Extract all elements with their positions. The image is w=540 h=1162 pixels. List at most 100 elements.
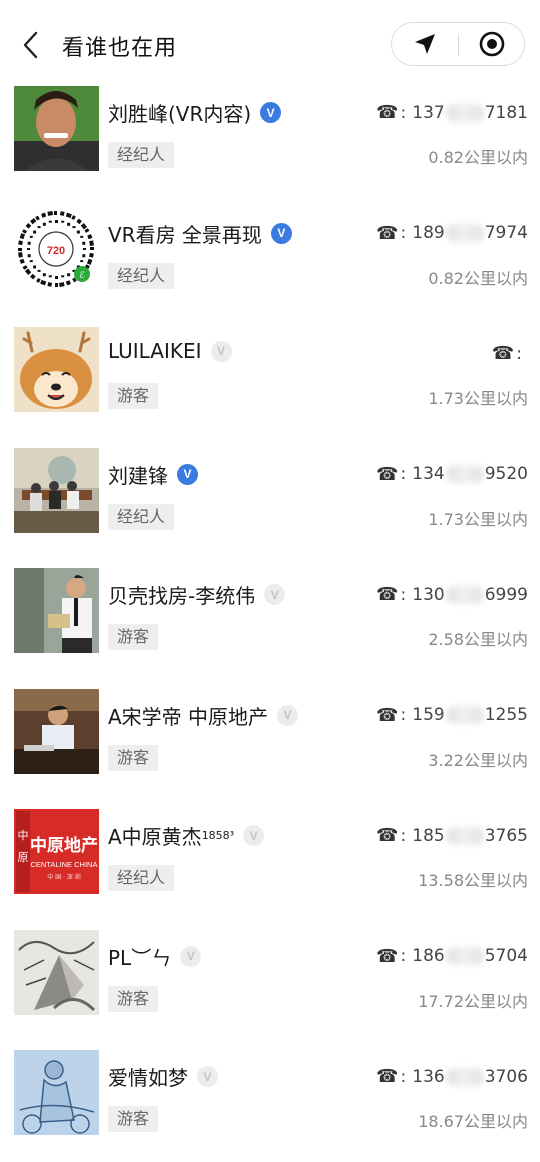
distance-label: 2.58公里以内	[428, 630, 528, 649]
chevron-left-icon	[23, 31, 38, 59]
user-name-line: 刘建锋 V	[108, 460, 198, 489]
role-tag: 游客	[108, 744, 159, 771]
phone-colon: :	[400, 705, 407, 725]
phone-number[interactable]: ☎:186 5704	[376, 946, 528, 967]
user-row[interactable]: 刘建锋 V 经纪人 ☎:134 9520 1.73公里以内	[0, 440, 540, 560]
role-tag: 经纪人	[108, 262, 175, 289]
user-row[interactable]: 刘胜峰(VR内容) V 经纪人 ☎:137 7181 0.82公里以内	[0, 78, 540, 198]
user-name: PL︶ㄣ	[108, 945, 172, 970]
distance-label: 13.58公里以内	[418, 871, 528, 890]
user-row[interactable]: 中原中原地产 CENTALINE CHINA 中 国 · 深 圳 A中原黄杰 1858³…	[0, 801, 540, 921]
role-tag: 经纪人	[108, 503, 175, 530]
distance-label: 0.82公里以内	[428, 268, 528, 288]
phone-suffix: 6999	[484, 584, 528, 605]
page-title: 看谁也在用	[62, 36, 178, 61]
v-badge-icon: V	[277, 704, 299, 726]
avatar[interactable]: 中原中原地产 CENTALINE CHINA 中 国 · 深 圳	[14, 809, 99, 894]
role-tag: 游客	[108, 383, 159, 409]
phone-number[interactable]: ☎:	[492, 343, 528, 364]
distance-label: 18.67公里以内	[418, 1112, 528, 1131]
user-row[interactable]: PL︶ㄣ V 游客 ☎:186 5704 17.72公里以内	[0, 922, 540, 1042]
phone-colon: :	[400, 584, 407, 605]
phone-prefix: 130	[412, 584, 445, 605]
avatar[interactable]	[14, 688, 99, 774]
distance-label: 0.82公里以内	[428, 148, 528, 167]
svg-text:ℰ: ℰ	[79, 271, 85, 281]
location-button[interactable]	[392, 23, 458, 65]
phone-colon: :	[400, 825, 407, 846]
phone-colon: :	[400, 102, 407, 123]
user-name: A宋学帝 中原地产	[108, 704, 269, 729]
back-button[interactable]	[16, 28, 46, 62]
phone-prefix: 136	[412, 1066, 445, 1087]
phone-prefix: 186	[412, 946, 445, 966]
phone-mask	[445, 1067, 484, 1086]
avatar[interactable]	[14, 929, 99, 1015]
v-badge-icon: V	[210, 340, 232, 362]
distance-label: 1.73公里以内	[428, 389, 528, 408]
svg-text:中原地产: 中原地产	[30, 835, 98, 856]
avatar[interactable]	[14, 447, 99, 533]
phone-colon: :	[516, 343, 522, 364]
phone-mask	[445, 585, 484, 604]
phone-suffix: 7974	[484, 223, 528, 243]
mini-program-capsule	[391, 22, 525, 66]
phone-number[interactable]: ☎:137 7181	[376, 102, 528, 123]
phone-mask	[445, 706, 484, 724]
avatar[interactable]: 720 ℰ	[14, 206, 99, 292]
v-badge-icon: V	[197, 1066, 218, 1087]
v-badge-icon: V	[264, 584, 286, 605]
phone-prefix: 134	[412, 464, 445, 484]
user-name-line: LUILAIKEI V	[108, 339, 232, 363]
phone-number[interactable]: ☎:134 9520	[376, 464, 528, 485]
role-tag: 经纪人	[108, 865, 175, 891]
avatar[interactable]	[14, 86, 99, 171]
svg-text:CENTALINE CHINA: CENTALINE CHINA	[31, 860, 98, 869]
avatar[interactable]	[14, 327, 99, 412]
user-name: 贝壳找房-李统伟	[108, 584, 256, 608]
telephone-icon: ☎	[376, 945, 399, 967]
user-name-superscript: 1858³	[201, 829, 235, 842]
phone-suffix: 9520	[484, 464, 528, 484]
user-name: 爱情如梦	[108, 1066, 188, 1090]
phone-number[interactable]: ☎:130 6999	[376, 584, 528, 605]
phone-mask	[445, 465, 484, 483]
phone-mask	[445, 826, 484, 845]
role-tag: 游客	[108, 985, 159, 1012]
user-name: A中原黄杰	[108, 825, 202, 849]
phone-colon: :	[400, 464, 407, 484]
phone-mask	[445, 947, 484, 965]
phone-number[interactable]: ☎:159 1255	[376, 705, 528, 726]
user-row[interactable]: 贝壳找房-李统伟 V 游客 ☎:130 6999 2.58公里以内	[0, 560, 540, 680]
phone-number[interactable]: ☎:185 3765	[376, 825, 528, 846]
user-row[interactable]: LUILAIKEI V 游客 ☎: 1.73公里以内	[0, 319, 540, 439]
user-row[interactable]: A宋学帝 中原地产 V 游客 ☎:159 1255 3.22公里以内	[0, 681, 540, 801]
svg-text:720: 720	[47, 245, 65, 257]
user-name-line: 刘胜峰(VR内容) V	[108, 98, 282, 127]
user-name: VR看房 全景再现	[108, 222, 262, 247]
user-row[interactable]: 720 ℰ VR看房 全景再现 V 经纪人 ☎:189 7974 0.82公里以内	[0, 199, 540, 319]
target-circle-icon	[479, 31, 505, 57]
phone-number[interactable]: ☎:189 7974	[376, 223, 528, 244]
user-name-line: A中原黄杰 1858³ V	[108, 821, 265, 850]
nav-bar: 看谁也在用	[0, 0, 540, 88]
avatar[interactable]	[14, 568, 99, 653]
v-badge-icon: V	[177, 463, 198, 485]
phone-suffix: 7181	[484, 102, 528, 123]
location-arrow-icon	[415, 34, 435, 54]
svg-text:中 国 · 深 圳: 中 国 · 深 圳	[47, 873, 81, 881]
user-row[interactable]: 爱情如梦 V 游客 ☎:136 3706 18.67公里以内	[0, 1042, 540, 1162]
close-button[interactable]	[459, 23, 525, 65]
telephone-icon: ☎	[376, 584, 399, 605]
telephone-icon: ☎	[376, 704, 399, 726]
v-badge-icon: V	[270, 222, 292, 244]
phone-colon: :	[400, 946, 407, 966]
phone-number[interactable]: ☎:136 3706	[376, 1066, 528, 1087]
v-badge-icon: V	[260, 102, 282, 123]
telephone-icon: ☎	[376, 825, 399, 846]
user-name-line: VR看房 全景再现 V	[108, 219, 292, 248]
avatar[interactable]	[14, 1050, 99, 1135]
user-name: 刘胜峰(VR内容)	[108, 102, 252, 126]
phone-colon: :	[400, 223, 407, 243]
telephone-icon: ☎	[376, 1066, 399, 1087]
